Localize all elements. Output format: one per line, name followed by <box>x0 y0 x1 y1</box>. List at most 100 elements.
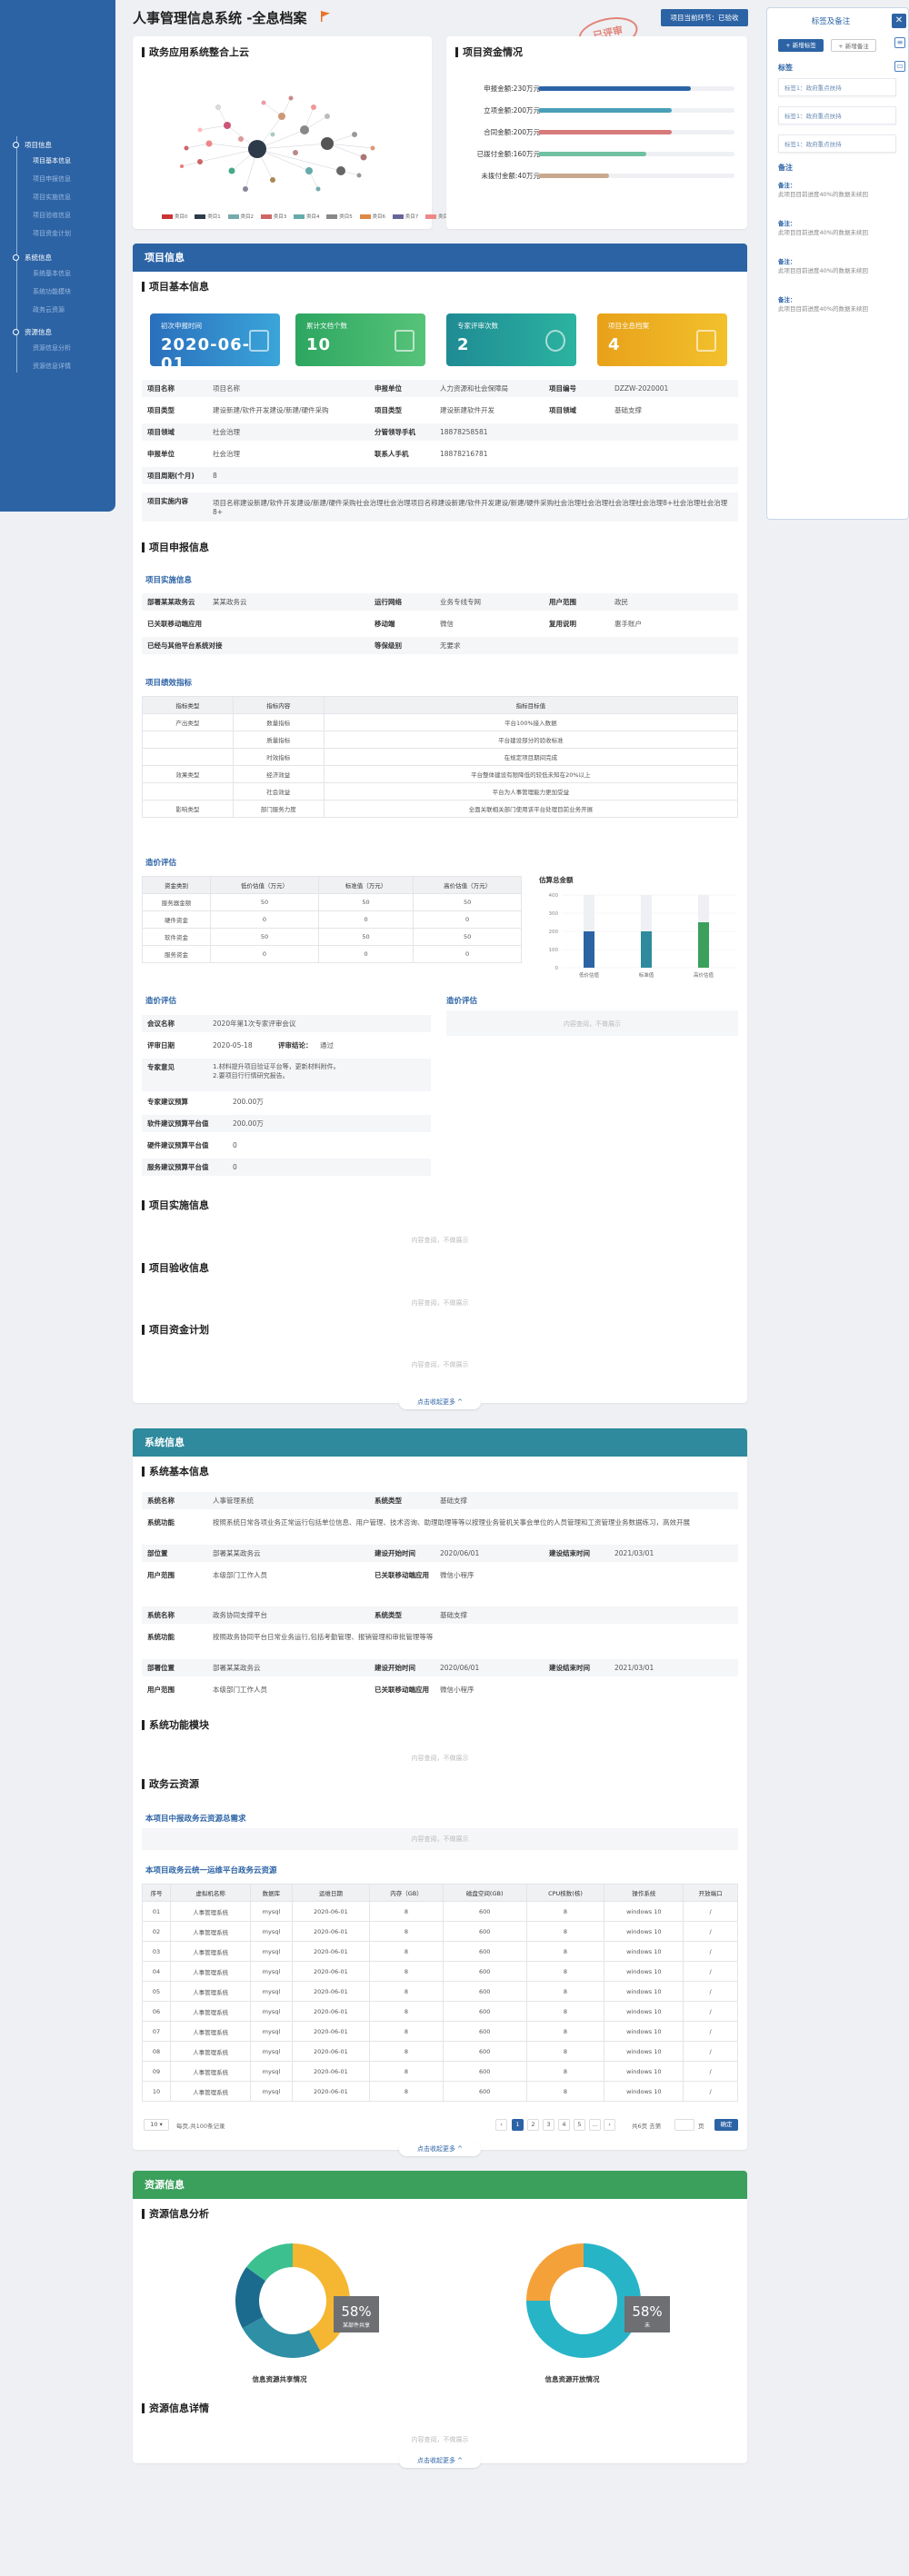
table-row: 软件资金 50 50 50 <box>141 928 522 946</box>
table-cell: 数量指标 <box>232 713 325 731</box>
func-empty: 内容查阅，不做展示 <box>411 1755 469 1762</box>
page-button[interactable]: 1 <box>512 2119 524 2131</box>
page-total: 每页,共100条记录 <box>176 2123 225 2130</box>
nav-item[interactable]: 项目基本信息 <box>33 156 71 165</box>
tag-card[interactable]: 标签1：政府重点扶持 <box>778 78 896 96</box>
table-cell: 社会效益 <box>232 782 325 801</box>
add-note-button[interactable]: + 新增备注 <box>831 39 876 52</box>
nav-group-project[interactable]: 项目信息 <box>13 140 52 150</box>
table-cell: 2020-06-01 <box>291 2061 371 2082</box>
network-graph <box>180 95 375 192</box>
fund-bar <box>538 130 672 134</box>
jump-label: 共6页 去第 <box>632 2123 662 2130</box>
table-cell: mysql <box>250 1941 293 1962</box>
table-cell: / <box>683 1941 738 1962</box>
info-key: 部署位置 <box>147 1664 175 1672</box>
collapse-more-button[interactable]: 点击收起更多 ^ <box>399 1395 481 1409</box>
page-button[interactable]: 4 <box>558 2119 570 2131</box>
info-key: 建设结束时间 <box>549 1549 590 1557</box>
impl-subtitle: 项目实施信息 <box>145 576 193 585</box>
nav-group-resource[interactable]: 资源信息 <box>13 327 52 337</box>
info-value: 本级部门工作人员 <box>213 1571 267 1579</box>
page-button[interactable]: 5 <box>574 2119 585 2131</box>
table-cell: 8 <box>525 1981 605 2002</box>
table-cell: mysql <box>250 2021 293 2042</box>
table-cell: 8 <box>369 2041 444 2062</box>
page-button[interactable]: 2 <box>527 2119 539 2131</box>
note-item[interactable]: 备注： 此项目目前进度40%的数据未续回 <box>778 219 896 237</box>
accept-empty: 内容查阅，不做展示 <box>411 1299 469 1307</box>
table-cell: windows 10 <box>604 2041 684 2062</box>
info-value: 微信小程序 <box>440 1571 474 1579</box>
fund-label: 立项金额:200万元 <box>484 106 540 114</box>
nav-item[interactable]: 项目申报信息 <box>33 174 71 184</box>
next-page-button[interactable]: › <box>604 2119 615 2131</box>
prev-page-button[interactable]: ‹ <box>495 2119 507 2131</box>
table-cell: 2020-06-01 <box>291 2041 371 2062</box>
close-icon[interactable]: ✕ <box>892 14 906 28</box>
review-subtitle: 造价评估 <box>145 997 177 1006</box>
nav-item[interactable]: 政务云资源 <box>33 305 65 314</box>
cloud-sub1-empty: 内容查阅，不做展示 <box>142 1828 738 1850</box>
collapse-more-button-3[interactable]: 点击收起更多 ^ <box>399 2453 481 2468</box>
table-cell: 软件资金 <box>141 928 212 946</box>
table-row: 社会效益 平台为人事管理能力更加受益 <box>142 782 739 801</box>
info-key: 申报单位 <box>147 450 175 458</box>
table-cell: 时效指标 <box>232 748 325 766</box>
table-cell: 8 <box>525 1941 605 1962</box>
tags-label: 标签 <box>778 64 793 72</box>
table-cell: 全面关联相关部门使用该平台处理目前业务开展 <box>323 800 739 818</box>
table-cell: 01 <box>142 1901 171 1922</box>
perf-table: 指标类型 指标内容 指标目标值 产出类型 数量指标 平台100%接入数据 质量指标 平台建设部… <box>142 696 739 818</box>
tag-card[interactable]: 标签1：政府重点扶持 <box>778 106 896 124</box>
info-value: 2020/06/01 <box>440 1549 480 1557</box>
add-tag-button[interactable]: + 新增标签 <box>778 39 824 52</box>
apply-title: 项目申报信息 <box>142 542 209 552</box>
tag-card[interactable]: 标签1：政府重点扶持 <box>778 134 896 153</box>
document-icon[interactable]: ≡ <box>894 37 905 48</box>
table-cell <box>142 782 234 801</box>
nav-group-system[interactable]: 系统信息 <box>13 253 52 263</box>
table-cell: 在规定项目期间完成 <box>323 748 739 766</box>
table-row: 03 人事管理系统 mysql 2020-06-01 8 600 8 windows 10/ <box>142 1941 738 1962</box>
collapse-more-button-2[interactable]: 点击收起更多 ^ <box>399 2142 481 2156</box>
nav-item[interactable]: 资源信息详情 <box>33 362 71 371</box>
nav-item[interactable]: 资源信息分析 <box>33 343 71 353</box>
table-cell: 0 <box>317 910 415 929</box>
info-row: 用户范围 本级部门工作人员 已关联移动端应用 微信小程序 <box>142 1681 738 1698</box>
nav-item[interactable]: 项目验收信息 <box>33 211 71 220</box>
info-key: 用户范围 <box>147 1686 175 1694</box>
status-button[interactable]: 项目当前环节：已验收 <box>661 9 748 26</box>
project-basic-title: 项目基本信息 <box>142 282 209 292</box>
bar <box>584 931 594 968</box>
info-key: 移动端 <box>375 620 395 628</box>
note-item[interactable]: 备注： 此项目目前进度40%的数据未续回 <box>778 181 896 199</box>
table-cell: 部门服务力度 <box>232 800 325 818</box>
table-cell: 8 <box>525 2061 605 2082</box>
folder-icon[interactable]: ▭ <box>894 61 905 72</box>
info-row: 系统名称 政务协同支撑平台 系统类型 基础支撑 <box>142 1606 738 1624</box>
info-value: 0 <box>233 1141 237 1149</box>
nav-item[interactable]: 系统基本信息 <box>33 269 71 278</box>
table-header: 指标内容 <box>232 696 325 714</box>
table-cell: / <box>683 2061 738 2082</box>
nav-item[interactable]: 项目实施信息 <box>33 193 71 202</box>
confirm-button[interactable]: 确定 <box>714 2119 738 2131</box>
plan-empty: 内容查阅，不做展示 <box>411 1361 469 1368</box>
page-size-select[interactable]: 10 ▾ <box>144 2119 169 2131</box>
table-cell: 经济效益 <box>232 765 325 783</box>
page-button[interactable]: 3 <box>543 2119 554 2131</box>
info-row: 系统功能 按照政务协同平台日常业务运行,包括考勤管理、报销管理和审批管理等等 <box>142 1628 738 1656</box>
note-item[interactable]: 备注： 此项目目前进度40%的数据未续回 <box>778 295 896 313</box>
info-value: 基础支撑 <box>440 1497 467 1505</box>
jump-input[interactable] <box>674 2119 694 2131</box>
nav-item[interactable]: 项目资金计划 <box>33 229 71 238</box>
note-item[interactable]: 备注： 此项目目前进度40%的数据未续回 <box>778 257 896 275</box>
table-header: 资金类别 <box>141 876 212 894</box>
table-header: 高价估值（万元） <box>413 876 522 894</box>
table-row: 07 人事管理系统 mysql 2020-06-01 8 600 8 windows 10/ <box>142 2021 738 2042</box>
nav-item[interactable]: 系统功能模块 <box>33 287 71 296</box>
table-cell: / <box>683 2041 738 2062</box>
fund-bar <box>538 174 609 178</box>
table-cell: 8 <box>369 1981 444 2002</box>
